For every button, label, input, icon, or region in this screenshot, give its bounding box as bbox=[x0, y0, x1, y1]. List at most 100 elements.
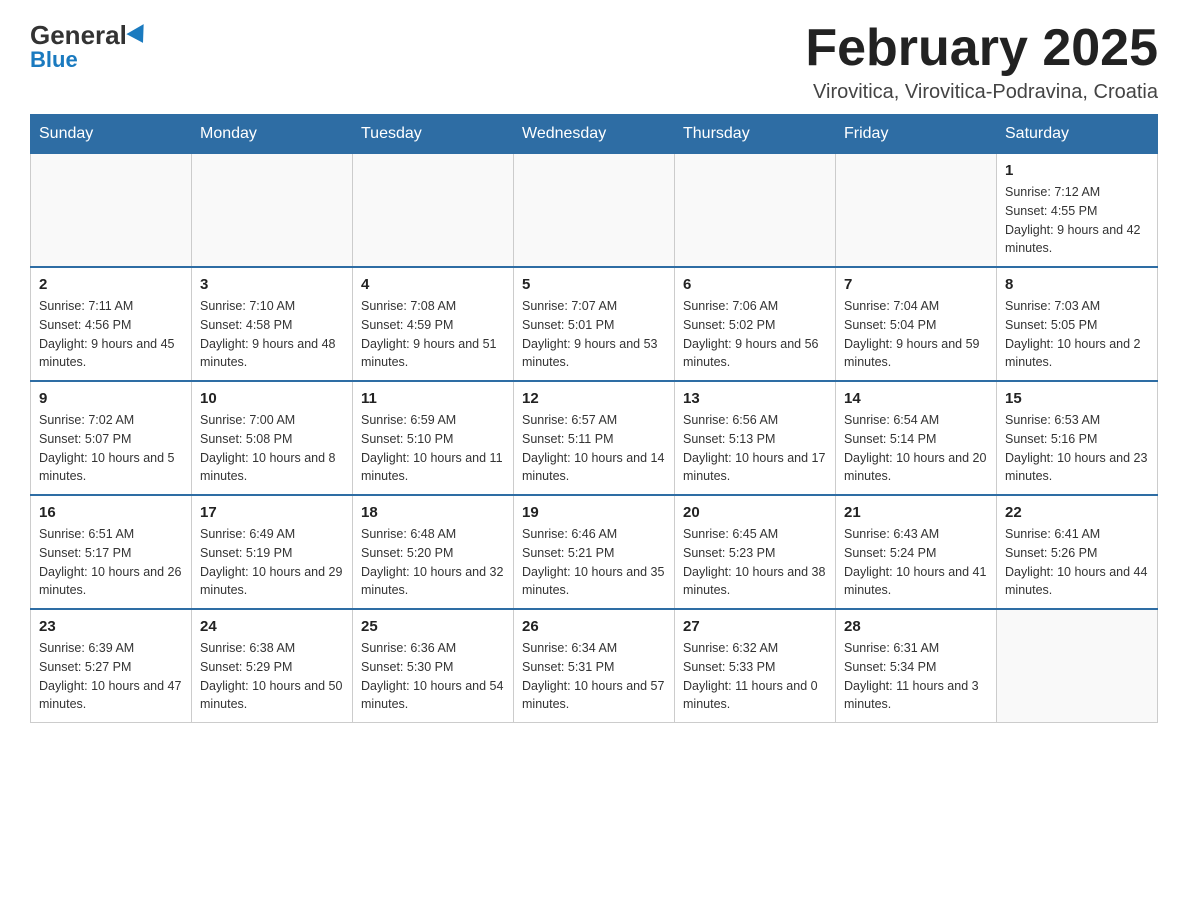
day-info: Sunrise: 6:36 AMSunset: 5:30 PMDaylight:… bbox=[361, 639, 505, 714]
calendar-cell bbox=[836, 154, 997, 268]
weekday-header-monday: Monday bbox=[192, 115, 353, 154]
calendar-cell: 14 Sunrise: 6:54 AMSunset: 5:14 PMDayligh… bbox=[836, 381, 997, 495]
calendar-cell: 21 Sunrise: 6:43 AMSunset: 5:24 PMDayligh… bbox=[836, 495, 997, 609]
day-info: Sunrise: 6:48 AMSunset: 5:20 PMDaylight:… bbox=[361, 525, 505, 600]
calendar-cell bbox=[675, 154, 836, 268]
day-number: 28 bbox=[844, 618, 988, 635]
weekday-header-friday: Friday bbox=[836, 115, 997, 154]
day-info: Sunrise: 6:54 AMSunset: 5:14 PMDaylight:… bbox=[844, 411, 988, 486]
day-info: Sunrise: 6:51 AMSunset: 5:17 PMDaylight:… bbox=[39, 525, 183, 600]
day-info: Sunrise: 6:39 AMSunset: 5:27 PMDaylight:… bbox=[39, 639, 183, 714]
weekday-header-tuesday: Tuesday bbox=[353, 115, 514, 154]
day-info: Sunrise: 6:32 AMSunset: 5:33 PMDaylight:… bbox=[683, 639, 827, 714]
calendar-cell: 15 Sunrise: 6:53 AMSunset: 5:16 PMDayligh… bbox=[997, 381, 1158, 495]
calendar-cell bbox=[514, 154, 675, 268]
day-number: 2 bbox=[39, 276, 183, 293]
day-number: 5 bbox=[522, 276, 666, 293]
calendar-header-row: SundayMondayTuesdayWednesdayThursdayFrid… bbox=[31, 115, 1158, 154]
day-number: 15 bbox=[1005, 390, 1149, 407]
day-number: 25 bbox=[361, 618, 505, 635]
weekday-header-saturday: Saturday bbox=[997, 115, 1158, 154]
day-info: Sunrise: 6:56 AMSunset: 5:13 PMDaylight:… bbox=[683, 411, 827, 486]
day-number: 9 bbox=[39, 390, 183, 407]
day-number: 16 bbox=[39, 504, 183, 521]
calendar-cell: 24Sunrise: 6:38 AMSunset: 5:29 PMDayligh… bbox=[192, 609, 353, 723]
title-section: February 2025 Virovitica, Virovitica-Pod… bbox=[805, 20, 1158, 104]
calendar-cell: 12Sunrise: 6:57 AMSunset: 5:11 PMDayligh… bbox=[514, 381, 675, 495]
calendar-cell: 20 Sunrise: 6:45 AMSunset: 5:23 PMDayligh… bbox=[675, 495, 836, 609]
day-number: 17 bbox=[200, 504, 344, 521]
day-info: Sunrise: 6:43 AMSunset: 5:24 PMDaylight:… bbox=[844, 525, 988, 600]
day-info: Sunrise: 7:11 AMSunset: 4:56 PMDaylight:… bbox=[39, 297, 183, 372]
calendar-cell: 17 Sunrise: 6:49 AMSunset: 5:19 PMDayligh… bbox=[192, 495, 353, 609]
day-number: 4 bbox=[361, 276, 505, 293]
calendar-cell bbox=[31, 154, 192, 268]
day-number: 1 bbox=[1005, 162, 1149, 179]
calendar-cell bbox=[997, 609, 1158, 723]
day-info: Sunrise: 7:12 AMSunset: 4:55 PMDaylight:… bbox=[1005, 183, 1149, 258]
calendar-cell: 22 Sunrise: 6:41 AMSunset: 5:26 PMDayligh… bbox=[997, 495, 1158, 609]
day-info: Sunrise: 7:04 AMSunset: 5:04 PMDaylight:… bbox=[844, 297, 988, 372]
day-info: Sunrise: 6:53 AMSunset: 5:16 PMDaylight:… bbox=[1005, 411, 1149, 486]
day-number: 6 bbox=[683, 276, 827, 293]
calendar-cell: 25 Sunrise: 6:36 AMSunset: 5:30 PMDayligh… bbox=[353, 609, 514, 723]
day-number: 7 bbox=[844, 276, 988, 293]
day-number: 20 bbox=[683, 504, 827, 521]
calendar-cell: 6 Sunrise: 7:06 AMSunset: 5:02 PMDaylight… bbox=[675, 267, 836, 381]
calendar-cell: 18 Sunrise: 6:48 AMSunset: 5:20 PMDayligh… bbox=[353, 495, 514, 609]
day-number: 10 bbox=[200, 390, 344, 407]
page-title: February 2025 bbox=[805, 20, 1158, 77]
calendar-cell: 1 Sunrise: 7:12 AMSunset: 4:55 PMDaylight… bbox=[997, 154, 1158, 268]
day-number: 19 bbox=[522, 504, 666, 521]
logo-blue: Blue bbox=[30, 47, 78, 73]
day-info: Sunrise: 7:06 AMSunset: 5:02 PMDaylight:… bbox=[683, 297, 827, 372]
day-info: Sunrise: 7:00 AMSunset: 5:08 PMDaylight:… bbox=[200, 411, 344, 486]
day-number: 13 bbox=[683, 390, 827, 407]
calendar-cell: 27 Sunrise: 6:32 AMSunset: 5:33 PMDayligh… bbox=[675, 609, 836, 723]
day-number: 18 bbox=[361, 504, 505, 521]
logo-triangle-icon bbox=[126, 24, 151, 48]
day-info: Sunrise: 7:08 AMSunset: 4:59 PMDaylight:… bbox=[361, 297, 505, 372]
day-number: 14 bbox=[844, 390, 988, 407]
weekday-header-sunday: Sunday bbox=[31, 115, 192, 154]
day-info: Sunrise: 7:10 AMSunset: 4:58 PMDaylight:… bbox=[200, 297, 344, 372]
day-number: 3 bbox=[200, 276, 344, 293]
day-info: Sunrise: 6:49 AMSunset: 5:19 PMDaylight:… bbox=[200, 525, 344, 600]
day-number: 26 bbox=[522, 618, 666, 635]
calendar-cell: 10 Sunrise: 7:00 AMSunset: 5:08 PMDayligh… bbox=[192, 381, 353, 495]
calendar-cell: 5 Sunrise: 7:07 AMSunset: 5:01 PMDaylight… bbox=[514, 267, 675, 381]
day-info: Sunrise: 6:46 AMSunset: 5:21 PMDaylight:… bbox=[522, 525, 666, 600]
calendar-cell: 8Sunrise: 7:03 AMSunset: 5:05 PMDaylight… bbox=[997, 267, 1158, 381]
calendar-cell: 19 Sunrise: 6:46 AMSunset: 5:21 PMDayligh… bbox=[514, 495, 675, 609]
day-number: 23 bbox=[39, 618, 183, 635]
calendar-table: SundayMondayTuesdayWednesdayThursdayFrid… bbox=[30, 114, 1158, 723]
day-info: Sunrise: 6:59 AMSunset: 5:10 PMDaylight:… bbox=[361, 411, 505, 486]
location-subtitle: Virovitica, Virovitica-Podravina, Croati… bbox=[805, 81, 1158, 104]
day-number: 21 bbox=[844, 504, 988, 521]
calendar-cell: 13 Sunrise: 6:56 AMSunset: 5:13 PMDayligh… bbox=[675, 381, 836, 495]
day-number: 22 bbox=[1005, 504, 1149, 521]
day-info: Sunrise: 6:38 AMSunset: 5:29 PMDaylight:… bbox=[200, 639, 344, 714]
calendar-cell: 3 Sunrise: 7:10 AMSunset: 4:58 PMDaylight… bbox=[192, 267, 353, 381]
calendar-cell: 11 Sunrise: 6:59 AMSunset: 5:10 PMDayligh… bbox=[353, 381, 514, 495]
logo: General Blue bbox=[30, 20, 149, 73]
calendar-cell: 2 Sunrise: 7:11 AMSunset: 4:56 PMDaylight… bbox=[31, 267, 192, 381]
weekday-header-thursday: Thursday bbox=[675, 115, 836, 154]
day-info: Sunrise: 6:41 AMSunset: 5:26 PMDaylight:… bbox=[1005, 525, 1149, 600]
day-number: 27 bbox=[683, 618, 827, 635]
calendar-cell bbox=[192, 154, 353, 268]
calendar-cell: 16 Sunrise: 6:51 AMSunset: 5:17 PMDayligh… bbox=[31, 495, 192, 609]
calendar-cell bbox=[353, 154, 514, 268]
calendar-cell: 4 Sunrise: 7:08 AMSunset: 4:59 PMDaylight… bbox=[353, 267, 514, 381]
day-number: 8 bbox=[1005, 276, 1149, 293]
calendar-cell: 9 Sunrise: 7:02 AMSunset: 5:07 PMDaylight… bbox=[31, 381, 192, 495]
weekday-header-wednesday: Wednesday bbox=[514, 115, 675, 154]
page-header: General Blue February 2025 Virovitica, V… bbox=[30, 20, 1158, 104]
calendar-cell: 7 Sunrise: 7:04 AMSunset: 5:04 PMDaylight… bbox=[836, 267, 997, 381]
day-number: 11 bbox=[361, 390, 505, 407]
day-info: Sunrise: 6:45 AMSunset: 5:23 PMDaylight:… bbox=[683, 525, 827, 600]
day-info: Sunrise: 7:02 AMSunset: 5:07 PMDaylight:… bbox=[39, 411, 183, 486]
calendar-cell: 23 Sunrise: 6:39 AMSunset: 5:27 PMDayligh… bbox=[31, 609, 192, 723]
day-number: 12 bbox=[522, 390, 666, 407]
day-info: Sunrise: 7:07 AMSunset: 5:01 PMDaylight:… bbox=[522, 297, 666, 372]
